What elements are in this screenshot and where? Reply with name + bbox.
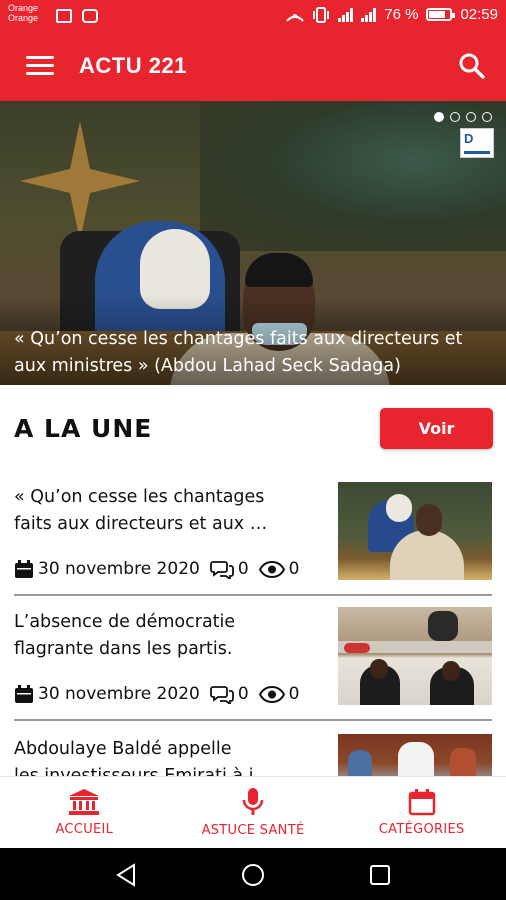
voir-button[interactable]: Voir	[380, 408, 493, 449]
comments-icon	[209, 685, 234, 704]
system-navigation-bar	[0, 848, 506, 900]
calendar-icon	[15, 684, 33, 703]
recents-icon[interactable]	[367, 862, 393, 888]
article-title-line: faits aux directeurs et aux …	[14, 514, 268, 534]
article-title: « Qu’on cesse les chantages faits aux di…	[14, 484, 319, 538]
nav-categories[interactable]: CATÉGORIES	[337, 777, 506, 848]
nav-accueil-label: ACCUEIL	[55, 822, 114, 837]
carrier-label: Orange Orange	[8, 3, 38, 23]
channel-logo: D	[460, 128, 494, 158]
article-item[interactable]: Abdoulaye Baldé appelle les investisseur…	[0, 732, 506, 776]
hero-person-man-cap	[245, 253, 313, 287]
hero-background-mural	[200, 101, 506, 251]
carousel-dot-1[interactable]	[434, 112, 444, 122]
section-title: A LA UNE	[14, 414, 153, 443]
article-title-line: « Qu’on cesse les chantages	[14, 487, 265, 507]
carousel-dot-2[interactable]	[450, 112, 460, 122]
battery-icon	[426, 8, 456, 21]
nav-accueil[interactable]: ACCUEIL	[0, 777, 169, 848]
article-divider	[14, 594, 492, 596]
article-thumbnail	[338, 734, 492, 776]
article-meta: 30 novembre 2020 0 0	[14, 559, 299, 579]
carrier-line2: Orange	[8, 13, 39, 23]
bottom-navigation: ACCUEIL ASTUCE SANTÉ CATÉGORIES	[0, 776, 506, 848]
article-meta: 30 novembre 2020 0 0	[14, 684, 299, 704]
signal-icon-2	[361, 7, 377, 22]
image-notification-icon	[56, 9, 72, 23]
calendar-icon	[408, 789, 435, 816]
view-count: 0	[288, 559, 300, 579]
article-title-line: L’absence de démocratie	[14, 612, 236, 632]
article-date: 30 novembre 2020	[38, 684, 200, 704]
hotspot-icon	[286, 13, 305, 22]
calendar-icon	[15, 559, 33, 578]
camera-notification-icon	[82, 9, 98, 23]
nav-astuce-sante-label: ASTUCE SANTÉ	[201, 823, 305, 838]
mural-star-decoration	[20, 121, 140, 241]
views-icon	[258, 685, 285, 703]
bank-icon	[69, 789, 100, 815]
carousel-dot-3[interactable]	[466, 112, 476, 122]
article-thumbnail	[338, 482, 492, 580]
hero-caption[interactable]: « Qu’on cesse les chantages faits aux di…	[14, 326, 494, 380]
article-divider	[14, 719, 492, 721]
app-bar: ACTU 221	[0, 34, 506, 101]
article-title-line: flagrante dans les partis.	[14, 639, 233, 659]
back-icon[interactable]	[114, 862, 140, 888]
menu-icon[interactable]	[26, 56, 54, 76]
home-icon[interactable]	[240, 862, 266, 888]
view-count: 0	[288, 684, 300, 704]
comment-count: 0	[237, 684, 249, 704]
article-item[interactable]: « Qu’on cesse les chantages faits aux di…	[0, 480, 506, 592]
search-icon[interactable]	[458, 52, 486, 80]
article-item[interactable]: L’absence de démocratie flagrante dans l…	[0, 605, 506, 717]
carousel-indicator	[434, 112, 492, 122]
nav-astuce-sante[interactable]: ASTUCE SANTÉ	[169, 777, 338, 848]
article-date: 30 novembre 2020	[38, 559, 200, 579]
clock: 02:59	[460, 6, 498, 23]
comments-icon	[209, 560, 234, 579]
notification-icons	[56, 9, 98, 23]
channel-logo-letter: D	[464, 131, 474, 146]
article-title: L’absence de démocratie flagrante dans l…	[14, 609, 319, 663]
carousel-dot-4[interactable]	[482, 112, 492, 122]
app-title: ACTU 221	[79, 53, 187, 78]
nav-categories-label: CATÉGORIES	[378, 822, 465, 837]
microphone-icon	[242, 788, 264, 815]
article-title: Abdoulaye Baldé appelle les investisseur…	[14, 736, 319, 776]
battery-percent: 76 %	[384, 6, 419, 23]
views-icon	[258, 560, 285, 578]
signal-icon-1	[338, 7, 354, 22]
comment-count: 0	[237, 559, 249, 579]
article-title-line: les investisseurs Emirati à i…	[14, 766, 272, 776]
status-bar: Orange Orange 76 % 02:59	[0, 0, 506, 34]
carrier-line1: Orange	[8, 3, 39, 13]
article-title-line: Abdoulaye Baldé appelle	[14, 739, 232, 759]
vibrate-icon	[313, 6, 330, 23]
article-thumbnail	[338, 607, 492, 705]
status-right: 76 % 02:59	[286, 6, 498, 23]
